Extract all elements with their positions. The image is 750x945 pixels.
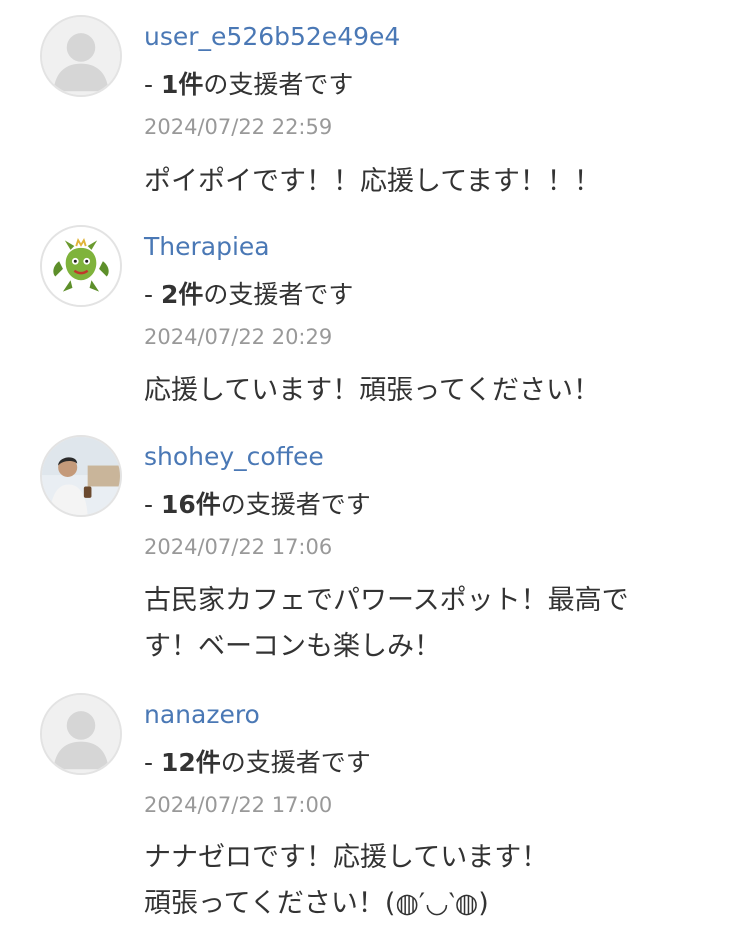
supporter-count-text: - 2件の支援者です <box>144 275 353 311</box>
supporter-count: 1件 <box>160 70 204 99</box>
supporter-prefix: - <box>144 70 161 99</box>
comment-message: ナナゼロです！応援しています！ 頑張ってください！(◍′◡‵◍) <box>144 835 704 927</box>
message-line: 応援しています！頑張ってください！ <box>144 375 601 406</box>
comment-date: 2024/07/22 17:06 <box>144 535 333 559</box>
username-link[interactable]: Therapiea <box>144 232 270 261</box>
username-link[interactable]: user_e526b52e49e4 <box>144 22 400 51</box>
supporter-suffix: の支援者です <box>220 490 371 519</box>
username-link[interactable]: shohey_coffee <box>144 442 324 471</box>
supporter-suffix: の支援者です <box>203 280 354 309</box>
avatar[interactable] <box>40 693 122 775</box>
supporter-count-text: - 1件の支援者です <box>144 65 353 101</box>
message-line: ナナゼロです！応援しています！ <box>144 842 549 873</box>
comment-date: 2024/07/22 22:59 <box>144 115 333 139</box>
supporter-suffix: の支援者です <box>203 70 354 99</box>
supporter-count: 16件 <box>160 490 221 519</box>
message-line: 古民家カフェでパワースポット！最高で <box>144 585 629 616</box>
default-user-icon <box>42 17 120 95</box>
avatar[interactable] <box>40 15 122 97</box>
message-line: す！ベーコンも楽しみ！ <box>144 631 441 662</box>
supporter-prefix: - <box>144 280 161 309</box>
avatar[interactable] <box>40 435 122 517</box>
supporter-count-text: - 16件の支援者です <box>144 485 371 521</box>
comment-date: 2024/07/22 17:00 <box>144 793 333 817</box>
supporter-count-text: - 12件の支援者です <box>144 743 371 779</box>
supporter-count: 2件 <box>160 280 204 309</box>
person-photo-icon <box>42 437 120 515</box>
comment-message: 古民家カフェでパワースポット！最高で す！ベーコンも楽しみ！ <box>144 578 704 670</box>
supporter-count: 12件 <box>160 748 221 777</box>
supporter-prefix: - <box>144 748 161 777</box>
default-user-icon <box>42 695 120 773</box>
avatar[interactable] <box>40 225 122 307</box>
comment-message: 応援しています！頑張ってください！ <box>144 368 704 414</box>
comment-date: 2024/07/22 20:29 <box>144 325 333 349</box>
message-line: 頑張ってください！(◍′◡‵◍) <box>144 888 489 919</box>
supporter-suffix: の支援者です <box>220 748 371 777</box>
comment-message: ポイポイです！！応援してます！！！ <box>144 159 704 205</box>
dragon-icon <box>42 227 120 305</box>
message-line: ポイポイです！！応援してます！！！ <box>144 166 601 197</box>
supporter-prefix: - <box>144 490 161 519</box>
username-link[interactable]: nanazero <box>144 700 260 729</box>
